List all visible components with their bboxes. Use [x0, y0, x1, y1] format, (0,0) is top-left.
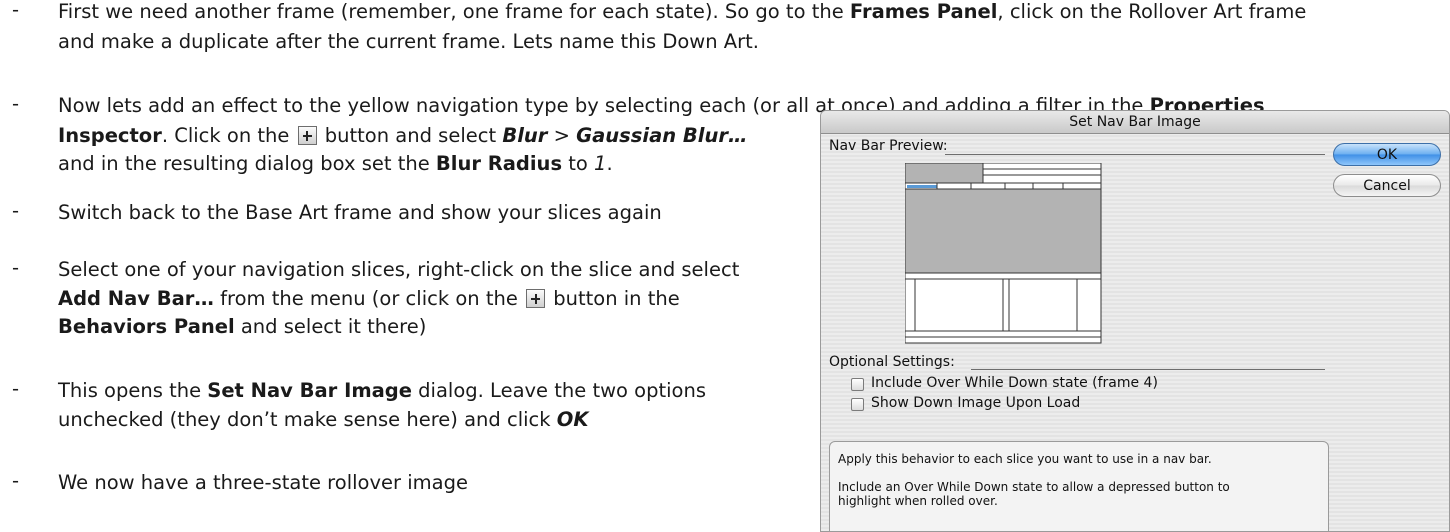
dialog-title: Set Nav Bar Image — [821, 111, 1449, 134]
preview-rule — [945, 154, 1325, 155]
bullet-dash: - — [12, 256, 20, 279]
add-plus-icon — [297, 126, 317, 145]
preview-label: Nav Bar Preview: — [829, 138, 948, 154]
cancel-button[interactable]: Cancel — [1333, 174, 1441, 197]
show-down-image-checkbox[interactable] — [851, 398, 864, 411]
add-plus-icon — [526, 289, 546, 308]
bullet-dash: - — [12, 469, 20, 492]
set-nav-bar-image-dialog: Set Nav Bar Image Nav Bar Preview: OK Ca… — [820, 110, 1450, 532]
include-over-while-down-label: Include Over While Down state (frame 4) — [871, 375, 1158, 391]
help-line-1: Apply this behavior to each slice you wa… — [838, 452, 1212, 466]
ok-button[interactable]: OK — [1333, 143, 1441, 166]
optional-settings-label: Optional Settings: — [829, 354, 955, 370]
step-1-line-1: First we need another frame (remember, o… — [58, 0, 1307, 23]
step-1-line-2: and make a duplicate after the current f… — [58, 30, 759, 53]
help-line-2: Include an Over While Down state to allo… — [838, 480, 1230, 494]
include-over-while-down-checkbox[interactable] — [851, 378, 864, 391]
step-5-line-1: This opens the Set Nav Bar Image dialog.… — [58, 379, 706, 402]
bullet-dash: - — [12, 199, 20, 222]
help-line-3: highlight when rolled over. — [838, 494, 998, 508]
step-4-line-1: Select one of your navigation slices, ri… — [58, 258, 740, 281]
step-6-line-1: We now have a three-state rollover image — [58, 471, 468, 494]
step-2-line-2: Inspector. Click on the button and selec… — [58, 124, 748, 147]
step-4-line-2: Add Nav Bar… from the menu (or click on … — [58, 287, 680, 310]
step-5-line-2: unchecked (they don’t make sense here) a… — [58, 408, 589, 431]
show-down-image-label: Show Down Image Upon Load — [871, 395, 1081, 411]
bullet-dash: - — [12, 92, 20, 115]
bullet-dash: - — [12, 0, 20, 21]
step-2-line-3: and in the resulting dialog box set the … — [58, 152, 613, 175]
nav-bar-preview — [905, 163, 1102, 344]
step-3-line-1: Switch back to the Base Art frame and sh… — [58, 201, 662, 224]
help-box: Apply this behavior to each slice you wa… — [829, 441, 1329, 531]
step-4-line-3: Behaviors Panel and select it there) — [58, 315, 427, 338]
bullet-dash: - — [12, 377, 20, 400]
optional-rule — [971, 369, 1325, 370]
